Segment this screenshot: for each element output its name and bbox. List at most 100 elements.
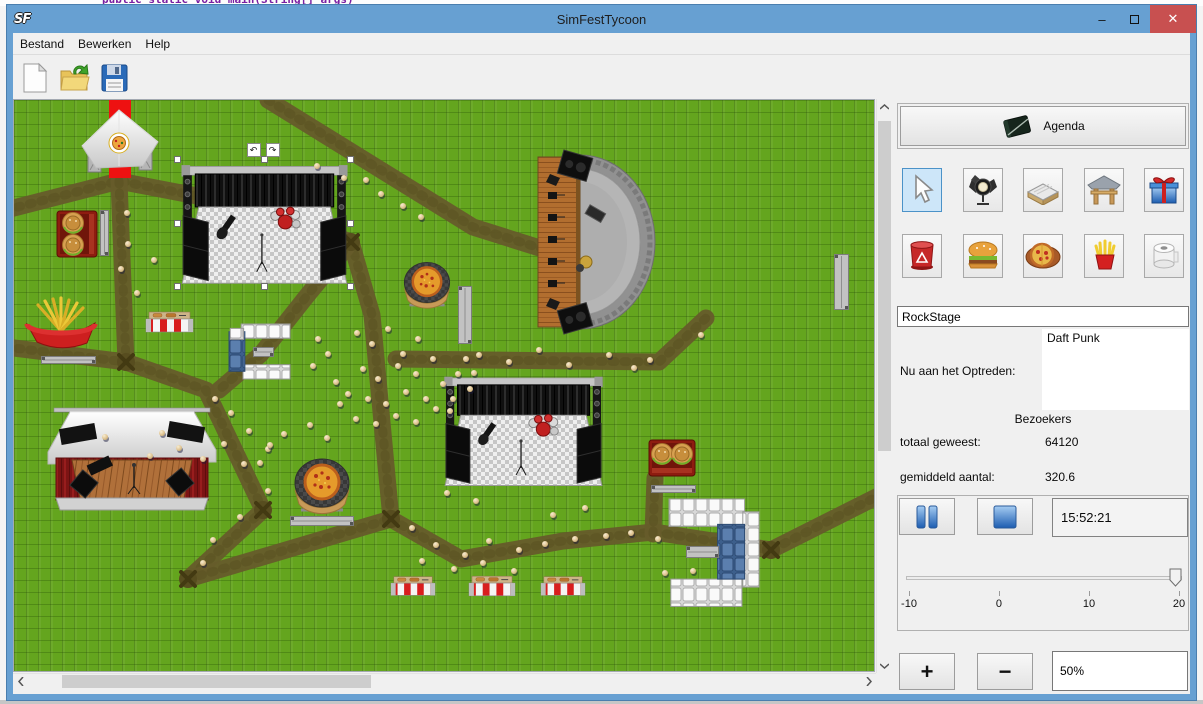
visitor-dot xyxy=(241,461,247,467)
rotate-ccw-icon[interactable]: ↶ xyxy=(247,143,261,157)
pause-button[interactable] xyxy=(899,498,955,535)
rotate-cw-icon[interactable]: ↷ xyxy=(266,143,280,157)
scroll-right-icon[interactable] xyxy=(861,674,876,689)
map-object-stage[interactable] xyxy=(441,372,606,489)
menu-bewerken[interactable]: Bewerken xyxy=(71,35,138,53)
visitor-dot xyxy=(237,514,243,520)
map-object-bench[interactable] xyxy=(100,210,109,256)
visitor-dot xyxy=(690,568,696,574)
map-object-pizza[interactable] xyxy=(291,452,353,514)
map-object-pizza[interactable] xyxy=(401,255,453,310)
tool-grid xyxy=(902,168,1184,278)
window-title: SimFestTycoon xyxy=(7,12,1196,27)
map-object-stripedstand[interactable] xyxy=(541,574,585,597)
map-object-burger[interactable] xyxy=(56,210,98,258)
visitor-dot xyxy=(210,537,216,543)
menu-help[interactable]: Help xyxy=(138,35,177,53)
scroll-down-icon[interactable] xyxy=(877,658,892,673)
vertical-scroll-thumb[interactable] xyxy=(878,121,891,451)
save-file-button[interactable] xyxy=(97,60,131,96)
map-object-fries[interactable] xyxy=(26,297,96,349)
path-crossing xyxy=(179,570,197,588)
tool-gate-button[interactable] xyxy=(1084,168,1124,212)
tool-burger-button[interactable] xyxy=(963,234,1003,278)
map-object-roofstage[interactable] xyxy=(48,402,216,512)
visitor-dot xyxy=(418,214,424,220)
now-performing-value: Daft Punk xyxy=(1047,331,1100,345)
map-vertical-scrollbar[interactable] xyxy=(876,99,891,673)
stop-icon xyxy=(993,505,1017,529)
scroll-left-icon[interactable] xyxy=(13,674,28,689)
new-file-button[interactable] xyxy=(17,60,51,96)
selection-handle[interactable] xyxy=(174,220,181,227)
pizza-icon xyxy=(1025,240,1061,273)
stage-platform-icon xyxy=(1024,173,1062,208)
tool-fries-button[interactable] xyxy=(1084,234,1124,278)
map-object-bench[interactable] xyxy=(458,286,472,344)
map-object-bench[interactable] xyxy=(686,545,719,557)
visitor-dot xyxy=(281,431,287,437)
tool-stage-button[interactable] xyxy=(1023,168,1063,212)
zoom-out-button[interactable]: − xyxy=(977,653,1033,690)
map-object-bench[interactable] xyxy=(253,344,274,354)
spotlight-icon xyxy=(968,173,998,208)
visitor-dot xyxy=(176,445,182,451)
map-object-stripedstand[interactable] xyxy=(146,310,193,333)
horizontal-scroll-thumb[interactable] xyxy=(62,675,371,688)
tool-select-button[interactable] xyxy=(902,168,942,212)
menu-bestand[interactable]: Bestand xyxy=(13,35,71,53)
map-object-tent[interactable] xyxy=(82,110,158,174)
selection-handle[interactable] xyxy=(347,220,354,227)
stop-button[interactable] xyxy=(977,498,1033,535)
selection-handle[interactable] xyxy=(174,283,181,290)
slider-track[interactable] xyxy=(906,576,1182,580)
map-canvas[interactable]: ↶↷ xyxy=(13,99,875,672)
visitor-dot xyxy=(267,442,273,448)
avg-visitors-value: 320.6 xyxy=(1045,470,1075,484)
map-object-bench[interactable] xyxy=(41,351,96,359)
tool-toilet-button[interactable] xyxy=(1144,234,1184,278)
minimize-button[interactable]: – xyxy=(1086,5,1118,33)
agenda-button[interactable]: Agenda xyxy=(900,106,1186,146)
visitor-dot xyxy=(506,359,512,365)
map-object-bench[interactable] xyxy=(834,254,849,310)
time-display: 15:52:21 xyxy=(1052,498,1188,537)
zoom-level-field[interactable]: 50% xyxy=(1052,651,1188,691)
visitor-dot xyxy=(471,370,477,376)
title-bar[interactable]: SF SimFestTycoon – ✕ xyxy=(7,5,1196,33)
tool-gift-button[interactable] xyxy=(1144,168,1184,212)
maximize-button[interactable] xyxy=(1118,5,1150,33)
visitor-dot xyxy=(118,266,124,272)
map-object-bench[interactable] xyxy=(290,513,354,523)
visitor-dot xyxy=(369,341,375,347)
map-horizontal-scrollbar[interactable] xyxy=(13,673,876,688)
slider-thumb[interactable] xyxy=(1169,568,1182,588)
slider-tick-label: 0 xyxy=(996,598,1002,610)
speed-slider[interactable]: -1001020 xyxy=(906,567,1182,613)
selection-handle[interactable] xyxy=(261,156,268,163)
agenda-book-icon xyxy=(1001,112,1033,140)
selection-handle[interactable] xyxy=(347,156,354,163)
map-object-amphitheater[interactable] xyxy=(536,152,656,332)
minus-icon: − xyxy=(999,659,1012,685)
tool-pizza-button[interactable] xyxy=(1023,234,1063,278)
close-button[interactable]: ✕ xyxy=(1150,5,1196,33)
visitor-dot xyxy=(655,536,661,542)
visitor-dot xyxy=(246,428,252,434)
zoom-in-button[interactable]: + xyxy=(899,653,955,690)
open-file-button[interactable] xyxy=(57,60,91,96)
tool-trash-button[interactable] xyxy=(902,234,942,278)
selection-handle[interactable] xyxy=(347,283,354,290)
save-icon xyxy=(99,62,129,94)
map-object-bench[interactable] xyxy=(651,480,696,488)
map-object-stage[interactable]: ↶↷ xyxy=(178,160,351,287)
visitor-dot xyxy=(409,525,415,531)
map-object-stripedstand[interactable] xyxy=(469,574,515,597)
map-object-stripedstand[interactable] xyxy=(391,574,435,597)
selection-handle[interactable] xyxy=(261,283,268,290)
tool-spotlight-button[interactable] xyxy=(963,168,1003,212)
scroll-up-icon[interactable] xyxy=(877,99,892,114)
stage-name-input[interactable] xyxy=(897,306,1189,327)
map-object-burger[interactable] xyxy=(648,437,696,477)
selection-handle[interactable] xyxy=(174,156,181,163)
